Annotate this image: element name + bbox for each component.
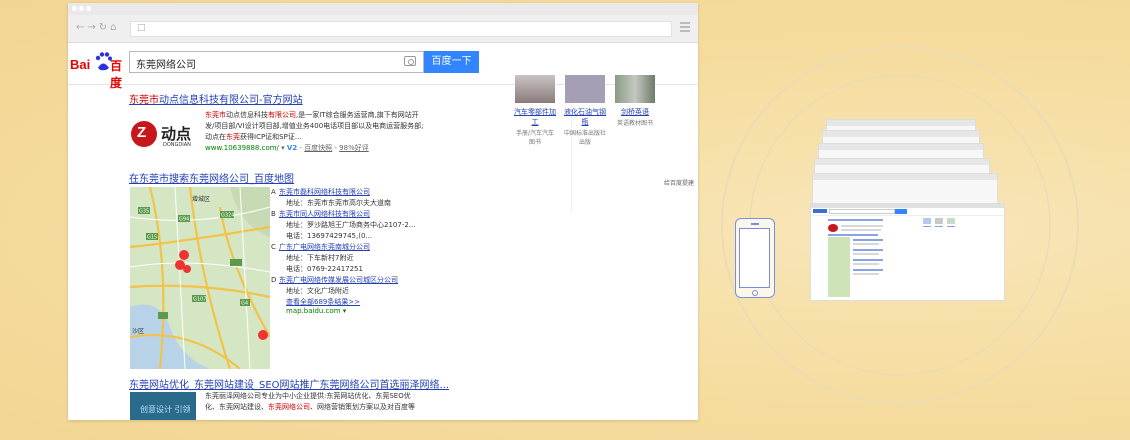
rating-link[interactable]: 98%好评	[339, 144, 369, 152]
card-subtitle: 手册/汽车汽车图书	[515, 130, 555, 146]
map-label: G15	[147, 235, 157, 241]
sidebar-card[interactable]: 剑桥英语 英语教材图书	[614, 75, 656, 128]
dongdian-logo: Z 动点 DONGDIAN	[131, 121, 197, 151]
baidu-logo[interactable]: Bai 百度	[70, 51, 128, 90]
card-image	[615, 75, 655, 103]
place-name[interactable]: 东莞市磊科网络科技有限公司	[279, 187, 439, 198]
card-subtitle: 英语教材图书	[616, 120, 653, 127]
map-label: G94	[179, 217, 189, 223]
map-label: G4	[241, 301, 248, 307]
camera-icon[interactable]	[404, 56, 416, 66]
result-title[interactable]: 东莞市动点信息科技有限公司-官方网站	[129, 91, 303, 106]
result-thumbnail[interactable]: 创意设计 引领	[130, 392, 196, 420]
result-item: 东莞网站优化_东莞网站建设_SEO网站推广东莞网络公司首选丽泽网络... 创意设…	[129, 376, 449, 420]
title-bar	[68, 3, 698, 15]
snapshot-link[interactable]: 百度快照	[304, 144, 332, 152]
browser-toolbar: ←→↻⌂ □	[68, 15, 698, 43]
card-subtitle: 中国标准出版社出版	[564, 130, 607, 146]
menu-icon[interactable]	[680, 22, 690, 34]
sidebar-card[interactable]: 液化石油气钢瓶 中国标准出版社出版	[564, 75, 606, 147]
phone-illustration	[735, 218, 775, 298]
place-name[interactable]: 广东广电网络东莞南城分公司	[279, 242, 439, 253]
result-url[interactable]: www.10639888.com/	[205, 144, 279, 152]
card-image	[515, 75, 555, 103]
map-thumbnail[interactable]: G35 G324 G94 G15 G107 G4 增城区 沙区	[130, 187, 270, 369]
map-label: G35	[139, 209, 149, 215]
source-url[interactable]: map.baidu.com	[286, 307, 341, 315]
place-name[interactable]: 东莞市同人网络科技有限公司	[279, 209, 439, 220]
result-snippet: 东莞市动点信息科技有限公司,是一家IT综合服务运营商,旗下有网站开 发/项目部/…	[205, 111, 424, 152]
map-label: G107	[193, 297, 206, 303]
card-title[interactable]: 汽车零部件加工	[514, 107, 556, 127]
page-icon: □	[137, 23, 146, 33]
place-item: D 东莞广电网络传媒发展公司城区分公司 地址：文化广场附近	[271, 275, 439, 297]
view-all-link[interactable]: 查看全部689条结果>>	[279, 297, 439, 307]
place-item: C 广东广电网络东莞南城分公司 地址：下车新村7附近 电话：0769-22417…	[271, 242, 439, 275]
search-input[interactable]: 东莞网络公司	[129, 51, 424, 73]
browser-window: ←→↻⌂ □ Bai 百度 东莞网络公司 百度一下 汽车零部件加工 手册/汽车汽…	[68, 3, 698, 420]
map-label: 增城区	[192, 195, 210, 203]
nav-buttons[interactable]: ←→↻⌂	[76, 22, 119, 33]
result-title[interactable]: 在东莞市搜索东莞网络公司_百度地图	[129, 170, 294, 185]
place-name[interactable]: 东莞广电网络传媒发展公司城区分公司	[279, 275, 439, 286]
place-item: A 东莞市磊科网络科技有限公司 地址：东莞市东莞市高尔夫大道南	[271, 187, 439, 209]
result-title[interactable]: 东莞网站优化_东莞网站建设_SEO网站推广东莞网络公司首选丽泽网络...	[129, 376, 449, 391]
mini-browser-preview	[810, 203, 1005, 301]
card-image	[565, 75, 605, 103]
card-title[interactable]: 液化石油气钢瓶	[564, 107, 606, 127]
map-label: 沙区	[132, 328, 144, 335]
result-item: 东莞市动点信息科技有限公司-官方网站 Z 动点 DONGDIAN 东莞市动点信息…	[129, 91, 424, 152]
search-button[interactable]: 百度一下	[424, 51, 479, 73]
map-places-list: A 东莞市磊科网络科技有限公司 地址：东莞市东莞市高尔夫大道南 B 东莞市同人网…	[271, 187, 439, 315]
url-bar[interactable]: □	[130, 21, 672, 37]
feedback-link[interactable]: 给百度提建	[664, 178, 694, 187]
map-result: 在东莞市搜索东莞网络公司_百度地图 G35 G324 G94 G15 G107 …	[129, 170, 415, 369]
card-title[interactable]: 剑桥英语	[614, 107, 656, 117]
place-item: B 东莞市同人网络科技有限公司 地址：罗沙路旭王广场商务中心2107-2... …	[271, 209, 439, 242]
sidebar-card[interactable]: 汽车零部件加工 手册/汽车汽车图书	[514, 75, 556, 147]
sidebar-cards: 汽车零部件加工 手册/汽车汽车图书 液化石油气钢瓶 中国标准出版社出版 剑桥英语…	[514, 75, 698, 165]
result-snippet: 东莞丽泽网络公司专业为中小企业提供:东莞网站优化、东莞SEO优 化、东莞网站建设…	[205, 392, 415, 411]
map-label: G324	[221, 213, 234, 219]
